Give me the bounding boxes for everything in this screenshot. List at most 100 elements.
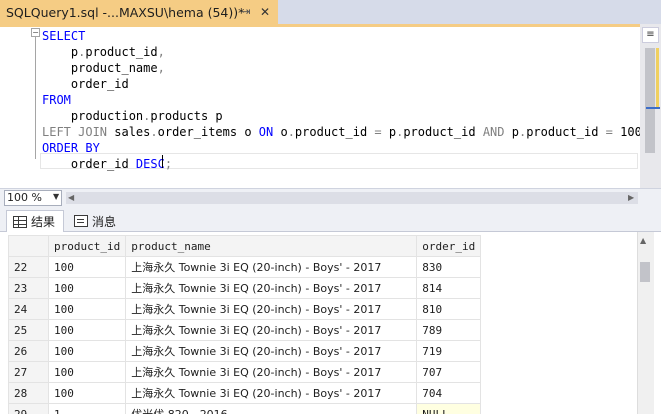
- changes-marker: [656, 48, 659, 108]
- cell-product-id[interactable]: 100: [47, 361, 127, 383]
- results-vertical-scrollbar[interactable]: [637, 232, 654, 414]
- table-row[interactable]: 25 100 上海永久 Townie 3i EQ (20-inch) - Boys'…: [8, 319, 482, 341]
- cell-order-id[interactable]: 719: [416, 340, 482, 362]
- code-token: ,: [157, 61, 165, 75]
- cell-order-id[interactable]: 704: [416, 382, 482, 404]
- scroll-up-icon[interactable]: ▲: [640, 236, 646, 245]
- editor-gutter: [0, 27, 30, 188]
- code-line[interactable]: p.product_id,: [42, 44, 165, 60]
- table-row[interactable]: 291优米优 820 - 2016NULL: [8, 403, 482, 414]
- editor-horizontal-scrollbar[interactable]: [66, 192, 638, 204]
- cell-product-id[interactable]: 100: [47, 298, 127, 320]
- table-row[interactable]: 22 100 上海永久 Townie 3i EQ (20-inch) - Boys'…: [8, 256, 482, 278]
- table-row[interactable]: 23 100 上海永久 Townie 3i EQ (20-inch) - Boys'…: [8, 277, 482, 299]
- cell-order-id[interactable]: 707: [416, 361, 482, 383]
- cell-order-id[interactable]: 830: [416, 256, 482, 278]
- code-token: order_id: [42, 77, 129, 91]
- chevron-down-icon[interactable]: ▼: [53, 192, 59, 201]
- close-icon[interactable]: ✕: [257, 4, 273, 20]
- row-number-cell[interactable]: 29: [8, 403, 49, 414]
- code-token: product_id: [403, 125, 483, 139]
- cell-product-id[interactable]: 100: [47, 319, 127, 341]
- code-token: order_id: [42, 157, 136, 171]
- row-number-cell[interactable]: 22: [8, 256, 49, 278]
- code-line[interactable]: product_name,: [42, 60, 165, 76]
- caret-position-marker: [646, 107, 660, 109]
- row-number-cell[interactable]: 25: [8, 319, 49, 341]
- table-row[interactable]: 24 100 上海永久 Townie 3i EQ (20-inch) - Boys'…: [8, 298, 482, 320]
- grid-icon: [13, 215, 27, 228]
- tab-results[interactable]: 结果: [6, 210, 64, 232]
- code-token: p: [381, 125, 397, 139]
- column-header-product-name[interactable]: product_name: [125, 235, 418, 257]
- cell-order-id[interactable]: 810: [416, 298, 482, 320]
- scroll-right-icon[interactable]: ▶: [628, 193, 634, 202]
- cell-product-id[interactable]: 100: [47, 277, 127, 299]
- row-number-cell[interactable]: 27: [8, 361, 49, 383]
- row-number-cell[interactable]: 26: [8, 340, 49, 362]
- code-token: sales: [107, 125, 151, 139]
- code-token: ,: [157, 45, 165, 59]
- zoom-value: 100 %: [7, 191, 42, 204]
- row-number-cell[interactable]: 24: [8, 298, 49, 320]
- table-row[interactable]: 27 100 上海永久 Townie 3i EQ (20-inch) - Boys'…: [8, 361, 482, 383]
- cell-product-name[interactable]: 优米优 820 - 2016: [125, 403, 418, 414]
- column-header-order-id[interactable]: order_id: [416, 235, 482, 257]
- cell-product-name[interactable]: 上海永久 Townie 3i EQ (20-inch) - Boys' - 20…: [125, 256, 418, 278]
- results-grid-pane: product_id product_name order_id 22 100 上海…: [0, 232, 661, 414]
- tab-messages-label: 消息: [92, 214, 117, 229]
- code-line[interactable]: production.products p: [42, 108, 223, 124]
- code-line[interactable]: order_id: [42, 76, 129, 92]
- code-token: AND: [482, 125, 505, 139]
- cell-order-id[interactable]: NULL: [416, 403, 482, 414]
- code-line[interactable]: ORDER BY: [42, 140, 100, 156]
- document-tab-strip: SQLQuery1.sql -...MAXSU\hema (54))* ⇥ ✕: [0, 0, 661, 24]
- cell-product-name[interactable]: 上海永久 Townie 3i EQ (20-inch) - Boys' - 20…: [125, 361, 418, 383]
- code-token: product_id: [526, 125, 606, 139]
- code-token: order_items o: [157, 125, 259, 139]
- document-tab[interactable]: SQLQuery1.sql -...MAXSU\hema (54))*: [0, 0, 278, 24]
- code-token: ;: [164, 157, 173, 171]
- row-number-header[interactable]: [8, 235, 49, 257]
- pin-icon[interactable]: ⇥: [238, 4, 254, 20]
- table-header-row: product_id product_name order_id: [8, 235, 482, 257]
- cell-product-id[interactable]: 1: [47, 403, 127, 414]
- row-number-cell[interactable]: 28: [8, 382, 49, 404]
- tab-messages[interactable]: 消息: [68, 210, 124, 232]
- code-token: =: [374, 125, 382, 139]
- code-line[interactable]: SELECT: [42, 28, 85, 44]
- cell-product-name[interactable]: 上海永久 Townie 3i EQ (20-inch) - Boys' - 20…: [125, 298, 418, 320]
- code-token: p: [42, 45, 79, 59]
- tab-results-label: 结果: [31, 215, 56, 229]
- code-token: .: [150, 125, 158, 139]
- code-line[interactable]: FROM: [42, 92, 71, 108]
- split-editor-icon[interactable]: ≡: [642, 27, 659, 43]
- cell-product-name[interactable]: 上海永久 Townie 3i EQ (20-inch) - Boys' - 20…: [125, 277, 418, 299]
- row-number-cell[interactable]: 23: [8, 277, 49, 299]
- cell-order-id[interactable]: 814: [416, 277, 482, 299]
- cell-product-id[interactable]: 100: [47, 382, 127, 404]
- editor-scroll-thumb[interactable]: [645, 48, 655, 153]
- cell-order-id[interactable]: 789: [416, 319, 482, 341]
- cell-product-id[interactable]: 100: [47, 256, 127, 278]
- code-line[interactable]: LEFT JOIN sales.order_items o ON o.produ…: [42, 124, 640, 140]
- cell-product-name[interactable]: 上海永久 Townie 3i EQ (20-inch) - Boys' - 20…: [125, 382, 418, 404]
- code-line[interactable]: order_id DESC;: [42, 156, 172, 172]
- cell-product-name[interactable]: 上海永久 Townie 3i EQ (20-inch) - Boys' - 20…: [125, 319, 418, 341]
- code-token: ORDER BY: [42, 141, 100, 155]
- result-tabs: 结果 消息: [0, 207, 661, 232]
- cell-product-id[interactable]: 100: [47, 340, 127, 362]
- text-caret: [162, 155, 163, 168]
- code-token: =: [605, 125, 613, 139]
- collapse-icon[interactable]: −: [31, 28, 40, 37]
- table-row[interactable]: 26 100 上海永久 Townie 3i EQ (20-inch) - Boys'…: [8, 340, 482, 362]
- column-header-product-id[interactable]: product_id: [47, 235, 127, 257]
- outline-line: [35, 33, 36, 159]
- sql-editor[interactable]: − SELECT p.product_id, product_name, ord…: [0, 27, 640, 188]
- scroll-left-icon[interactable]: ◀: [68, 193, 74, 202]
- results-scroll-thumb[interactable]: [640, 262, 650, 282]
- code-token: p: [504, 125, 519, 139]
- cell-product-name[interactable]: 上海永久 Townie 3i EQ (20-inch) - Boys' - 20…: [125, 340, 418, 362]
- code-token: LEFT JOIN: [42, 125, 108, 139]
- table-row[interactable]: 28 100 上海永久 Townie 3i EQ (20-inch) - Boys'…: [8, 382, 482, 404]
